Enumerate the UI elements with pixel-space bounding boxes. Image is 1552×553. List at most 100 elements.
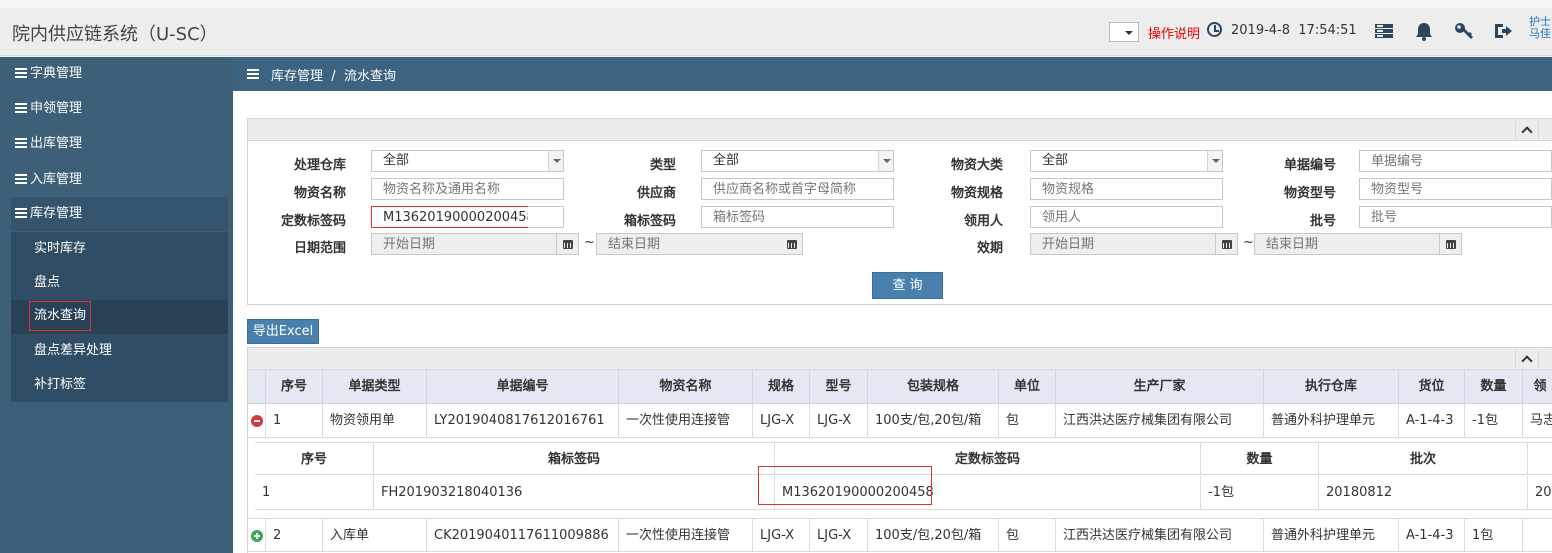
chevron-down-icon: [878, 151, 893, 171]
type-select[interactable]: 全部: [701, 150, 894, 172]
panel-close-icon[interactable]: [1538, 350, 1552, 368]
doc-no-input[interactable]: [1359, 150, 1552, 172]
export-excel-button[interactable]: 导出Excel: [247, 319, 319, 344]
table-cell: 一次性使用连接管: [619, 404, 753, 438]
clock-icon: [1207, 22, 1222, 37]
panel-close-icon[interactable]: [1538, 121, 1552, 139]
table-cell: 2: [266, 518, 323, 552]
table-cell: 包: [999, 404, 1056, 438]
table-cell: 入库单: [323, 518, 427, 552]
material-input[interactable]: [371, 178, 564, 200]
header-material[interactable]: 物资名称: [619, 370, 753, 404]
table-cell: [1523, 518, 1552, 552]
logout-icon[interactable]: [1492, 20, 1514, 42]
sidebar-item-inventory[interactable]: 库存管理: [11, 197, 228, 231]
table-cell: LJG-X: [753, 518, 810, 552]
table-cell: CK2019040117611009886: [427, 518, 619, 552]
calendar-icon[interactable]: [1216, 233, 1238, 255]
model-label: 物资型号: [1283, 186, 1336, 201]
warehouse-select[interactable]: 全部: [371, 150, 564, 172]
header-receiver[interactable]: 领: [1523, 370, 1552, 404]
bell-icon[interactable]: [1413, 20, 1435, 42]
receiver-label: 领用人: [963, 214, 1003, 229]
header-packaging[interactable]: 包装规格: [868, 370, 999, 404]
sidebar: 字典管理 申领管理 出库管理 入库管理 库存管理 实时库存 盘点 流水查询 盘点…: [0, 57, 233, 553]
subtable-cell: 1: [255, 476, 374, 510]
browser-tab-strip: [0, 0, 1552, 8]
table-cell: 普通外科护理单元: [1264, 404, 1399, 438]
spec-label: 物资规格: [950, 186, 1003, 201]
subtable-cell: 202: [1528, 476, 1552, 510]
top-bar: 院内供应链系统（U-SC） 操作说明 2019-4-8 17:54:51 护士马…: [0, 8, 1552, 56]
subtable-cell: -1包: [1201, 476, 1319, 510]
calendar-icon[interactable]: [781, 233, 803, 255]
sidebar-subitem-reprint-label[interactable]: 补打标签: [11, 368, 228, 402]
expiry-end-input[interactable]: [1254, 233, 1440, 255]
collapse-icon[interactable]: [1515, 121, 1537, 139]
fixed-tag-input[interactable]: [371, 206, 529, 228]
query-button[interactable]: 查询: [872, 272, 943, 299]
sidebar-subitem-stocktake[interactable]: 盘点: [11, 266, 228, 300]
menu-icon[interactable]: [247, 69, 259, 79]
table-cell: 物资领用单: [323, 404, 427, 438]
user-info[interactable]: 护士 马佳: [1529, 16, 1552, 40]
header-warehouse[interactable]: 执行仓库: [1264, 370, 1399, 404]
row-expand-cell: [248, 518, 266, 552]
table-cell: A-1-4-3: [1399, 404, 1465, 438]
breadcrumb-parent[interactable]: 库存管理: [271, 69, 323, 84]
sidebar-subitem-flow-query[interactable]: 流水查询: [11, 300, 228, 334]
language-select[interactable]: [1109, 22, 1139, 42]
supplier-input[interactable]: [701, 178, 894, 200]
expiry-start-input[interactable]: [1030, 233, 1216, 255]
subtable-cell: FH201903218040136: [374, 476, 775, 510]
subheader-batch: 批次: [1319, 442, 1528, 475]
expand-row-icon[interactable]: [251, 530, 263, 542]
material-label: 物资名称: [293, 186, 346, 201]
subheader-quantity: 数量: [1201, 442, 1319, 475]
doc-no-label: 单据编号: [1283, 158, 1336, 173]
help-link[interactable]: 操作说明: [1148, 23, 1200, 42]
box-tag-input[interactable]: [701, 206, 894, 228]
subtable-cell: 20180812: [1319, 476, 1528, 510]
header-quantity[interactable]: 数量: [1465, 370, 1523, 404]
header-seq[interactable]: 序号: [266, 370, 323, 404]
table-cell: 1包: [1465, 518, 1523, 552]
end-date-input[interactable]: [596, 233, 782, 255]
fixed-tag-label: 定数标签码: [280, 214, 346, 229]
start-date-input[interactable]: [371, 233, 557, 255]
table-cell: 100支/包,20包/箱: [868, 518, 999, 552]
message-list-icon[interactable]: [1373, 20, 1395, 42]
calendar-icon[interactable]: [1440, 233, 1462, 255]
key-icon[interactable]: [1453, 20, 1475, 42]
collapse-row-icon[interactable]: [251, 415, 263, 427]
sidebar-item-requisition[interactable]: 申领管理: [11, 92, 228, 126]
header-model[interactable]: 型号: [810, 370, 868, 404]
header-doc-no[interactable]: 单据编号: [427, 370, 619, 404]
header-unit[interactable]: 单位: [999, 370, 1056, 404]
header-doc-type[interactable]: 单据类型: [323, 370, 427, 404]
sidebar-subitem-realtime-stock[interactable]: 实时库存: [11, 232, 228, 266]
sidebar-item-dictionary[interactable]: 字典管理: [11, 57, 228, 91]
receiver-input[interactable]: [1030, 206, 1223, 228]
sidebar-item-outbound[interactable]: 出库管理: [11, 127, 228, 161]
calendar-icon[interactable]: [557, 233, 579, 255]
model-input[interactable]: [1359, 178, 1552, 200]
category-label: 物资大类: [950, 158, 1003, 173]
warehouse-label: 处理仓库: [293, 158, 346, 173]
header-location[interactable]: 货位: [1399, 370, 1465, 404]
sidebar-item-inbound[interactable]: 入库管理: [11, 163, 228, 197]
collapse-icon[interactable]: [1515, 350, 1537, 368]
chevron-down-icon: [548, 151, 563, 171]
sidebar-subitem-discrepancy[interactable]: 盘点差异处理: [11, 334, 228, 368]
header-manufacturer[interactable]: 生产厂家: [1056, 370, 1264, 404]
row-expand-cell: [248, 404, 266, 438]
current-datetime: 2019-4-8 17:54:51: [1231, 23, 1357, 38]
flow-table: 序号 单据类型 单据编号 物资名称 规格 型号 包装规格 单位 生产厂家 执行仓…: [247, 347, 1552, 553]
category-select[interactable]: 全部: [1030, 150, 1223, 172]
batch-label: 批号: [1309, 214, 1336, 229]
subheader-box-tag: 箱标签码: [374, 442, 775, 475]
date-range-label: 日期范围: [293, 241, 346, 256]
batch-input[interactable]: [1359, 206, 1552, 228]
header-spec[interactable]: 规格: [753, 370, 810, 404]
spec-input[interactable]: [1030, 178, 1223, 200]
